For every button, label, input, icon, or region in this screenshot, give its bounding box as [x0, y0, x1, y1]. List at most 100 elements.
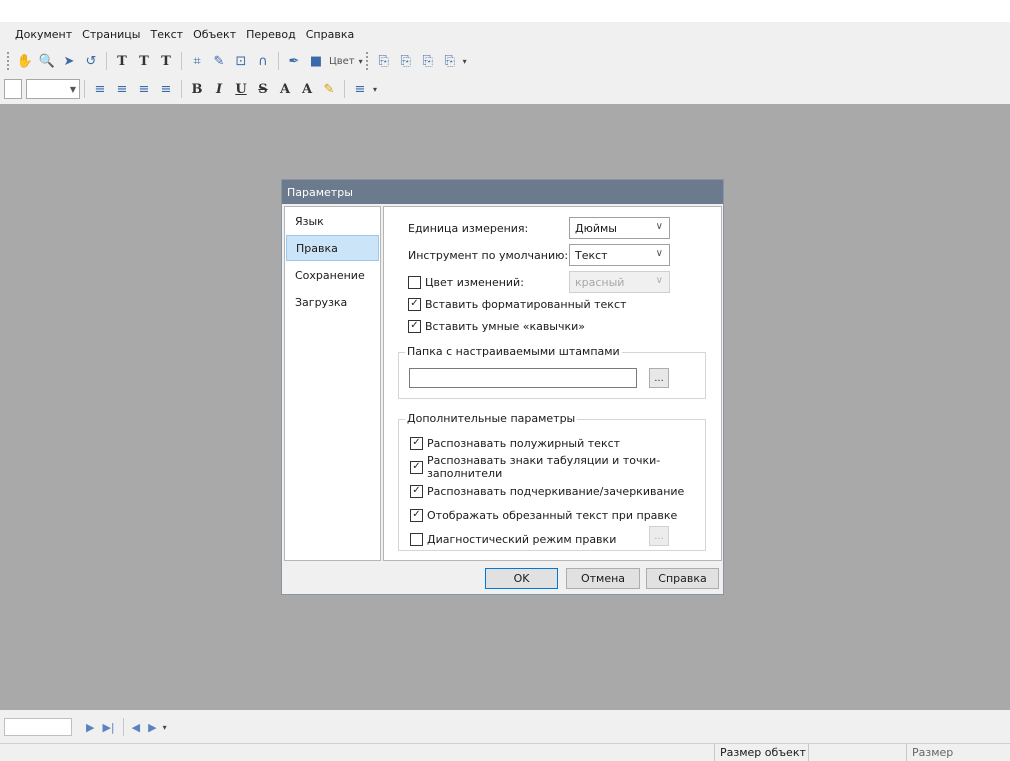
toolbar-main: ✋ 🔍 ➤ ↺ T T T ⌗ ✎ ⊡ ∩ ✒ ■ Цвет ▾ ⎘ ⎘ ⎘ ⎘…: [0, 48, 1010, 74]
advanced-options-group: Дополнительные параметры ✓ Распознавать …: [398, 412, 706, 551]
stamps-folder-group-label: Папка с настраиваемыми штампами: [405, 345, 622, 358]
forward-icon[interactable]: ▶: [148, 721, 156, 734]
toolbar-format: ▼ ≡ ≡ ≡ ≡ B I U S A A ✎ ≡ ▾: [0, 76, 1010, 102]
page-insert-icon[interactable]: ⎘: [396, 51, 416, 71]
diagnostic-mode-settings-button: ...: [649, 526, 669, 546]
change-color-option[interactable]: Цвет изменений:: [408, 271, 524, 293]
italic-icon[interactable]: I: [209, 79, 229, 99]
paste-formatted-checkbox[interactable]: ✓: [408, 297, 421, 311]
page-delete-icon[interactable]: ⎘: [440, 51, 460, 71]
menu-translate[interactable]: Перевод: [241, 28, 301, 41]
stamps-folder-path-input[interactable]: [409, 368, 637, 388]
color-label[interactable]: Цвет: [329, 56, 355, 67]
stamp-icon[interactable]: ✎: [209, 51, 229, 71]
menu-bar: Документ Страницы Текст Объект Перевод С…: [0, 22, 1010, 46]
color-swatch-icon[interactable]: ■: [306, 51, 326, 71]
zoom-icon[interactable]: 🔍: [37, 51, 57, 71]
page-replace-icon[interactable]: ⎘: [374, 51, 394, 71]
stamps-folder-browse-button[interactable]: ...: [649, 368, 669, 388]
page-size-status: Размер страницы: [912, 746, 969, 761]
chevron-down-icon: ∨: [655, 275, 663, 286]
subscript-icon[interactable]: A: [297, 79, 317, 99]
align-right-icon[interactable]: ≡: [134, 79, 154, 99]
change-color-label: Цвет изменений:: [425, 275, 524, 289]
superscript-icon[interactable]: A: [275, 79, 295, 99]
smart-quotes-option[interactable]: ✓ Вставить умные «кавычки»: [408, 317, 585, 335]
toolbar-overflow-icon-2[interactable]: ▾: [463, 57, 467, 66]
align-justify-icon[interactable]: ≡: [156, 79, 176, 99]
nav-item-edit[interactable]: Правка: [286, 235, 379, 261]
recognize-tabs-checkbox[interactable]: ✓: [410, 460, 423, 474]
smart-quotes-label: Вставить умные «кавычки»: [425, 319, 586, 333]
eyedropper-icon[interactable]: ✒: [284, 51, 304, 71]
select-arrow-icon[interactable]: ➤: [59, 51, 79, 71]
last-page-icon[interactable]: ▶|: [102, 721, 114, 734]
unit-label: Единица измерения:: [408, 221, 529, 235]
font-size-combo[interactable]: ▼: [26, 79, 80, 99]
menu-object[interactable]: Объект: [188, 28, 241, 41]
back-icon[interactable]: ◀: [132, 721, 140, 734]
tool-select[interactable]: Текст ∨: [569, 244, 670, 266]
recognize-tabs-label: Распознавать знаки табуляции и точки-зап…: [427, 454, 661, 480]
show-clipped-text-checkbox[interactable]: ✓: [410, 508, 423, 522]
line-spacing-icon[interactable]: ≡: [350, 79, 370, 99]
text-tool-icon[interactable]: T: [112, 51, 132, 71]
toolbar-grip[interactable]: [7, 52, 11, 70]
align-left-icon[interactable]: ≡: [90, 79, 110, 99]
paste-formatted-option[interactable]: ✓ Вставить форматированный текст: [408, 295, 626, 313]
settings-nav: Язык Правка Сохранение Загрузка: [284, 206, 381, 561]
nav-item-language[interactable]: Язык: [286, 208, 379, 234]
recognize-bold-checkbox[interactable]: ✓: [410, 436, 423, 450]
diagnostic-mode-option[interactable]: Диагностический режим правки: [410, 530, 616, 548]
recognize-underline-label: Распознавать подчеркивание/зачеркивание: [427, 484, 685, 498]
chevron-down-icon: ∨: [655, 248, 663, 259]
object-size-status: Размер объект: [720, 746, 806, 759]
font-combo[interactable]: [4, 79, 22, 99]
show-clipped-text-label: Отображать обрезанный текст при правке: [427, 508, 678, 522]
chevron-down-icon: ∨: [655, 221, 663, 232]
smart-quotes-checkbox[interactable]: ✓: [408, 319, 421, 333]
settings-panel: Единица измерения: Дюймы ∨ Инструмент по…: [383, 206, 722, 561]
highlight-icon[interactable]: ✎: [319, 79, 339, 99]
page-number-input[interactable]: [4, 718, 72, 736]
show-clipped-text-option[interactable]: ✓ Отображать обрезанный текст при правке: [410, 506, 677, 524]
crop-icon[interactable]: ⌗: [187, 51, 207, 71]
recognize-tabs-option[interactable]: ✓ Распознавать знаки табуляции и точки-з…: [410, 454, 705, 480]
menu-help[interactable]: Справка: [301, 28, 359, 41]
link-icon[interactable]: ∩: [253, 51, 273, 71]
bold-icon[interactable]: B: [187, 79, 207, 99]
recognize-underline-checkbox[interactable]: ✓: [410, 484, 423, 498]
diagnostic-mode-checkbox[interactable]: [410, 532, 423, 546]
ok-button[interactable]: OK: [485, 568, 558, 589]
next-page-icon[interactable]: ▶: [86, 721, 94, 734]
align-center-icon[interactable]: ≡: [112, 79, 132, 99]
settings-dialog: Параметры Язык Правка Сохранение Загрузк…: [281, 179, 724, 595]
toolbar-overflow-icon[interactable]: ▾: [359, 57, 363, 66]
toolbar-overflow-icon-3[interactable]: ▾: [373, 85, 377, 94]
diagnostic-mode-label: Диагностический режим правки: [427, 532, 617, 546]
underline-icon[interactable]: U: [231, 79, 251, 99]
page-extract-icon[interactable]: ⎘: [418, 51, 438, 71]
navbar-overflow-icon[interactable]: ▾: [163, 723, 167, 732]
menu-pages[interactable]: Страницы: [77, 28, 145, 41]
change-color-select: красный ∨: [569, 271, 670, 293]
nav-item-load[interactable]: Загрузка: [286, 289, 379, 315]
menu-text[interactable]: Текст: [145, 28, 188, 41]
menu-document[interactable]: Документ: [10, 28, 77, 41]
unit-select[interactable]: Дюймы ∨: [569, 217, 670, 239]
strikethrough-icon[interactable]: S: [253, 79, 273, 99]
help-button[interactable]: Справка: [646, 568, 719, 589]
text-resize-icon[interactable]: T: [156, 51, 176, 71]
cancel-button[interactable]: Отмена: [566, 568, 640, 589]
advanced-options-group-label: Дополнительные параметры: [405, 412, 578, 425]
change-color-checkbox[interactable]: [408, 275, 421, 289]
recognize-bold-option[interactable]: ✓ Распознавать полужирный текст: [410, 434, 620, 452]
text-edit-icon[interactable]: T: [134, 51, 154, 71]
rotate-icon[interactable]: ↺: [81, 51, 101, 71]
recognize-underline-option[interactable]: ✓ Распознавать подчеркивание/зачеркивани…: [410, 482, 684, 500]
hand-tool-icon[interactable]: ✋: [15, 51, 35, 71]
page-navigation-bar: ▶ ▶| ◀ ▶ ▾: [0, 713, 1010, 741]
recognize-bold-label: Распознавать полужирный текст: [427, 436, 621, 450]
nav-item-save[interactable]: Сохранение: [286, 262, 379, 288]
camera-icon[interactable]: ⊡: [231, 51, 251, 71]
